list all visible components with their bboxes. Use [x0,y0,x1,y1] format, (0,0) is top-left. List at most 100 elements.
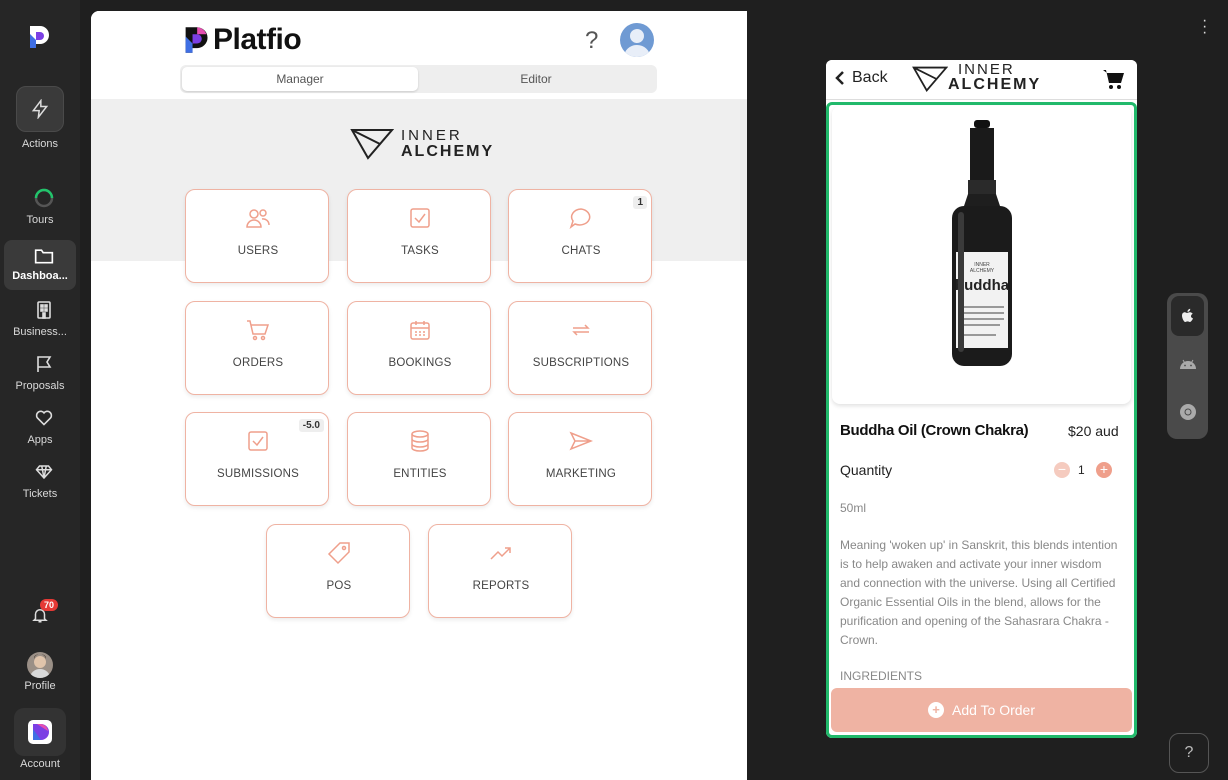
folder-icon [34,249,54,264]
product-image: INNER ALCHEMY buddha [832,106,1131,404]
left-sidebar: Actions Tours Dashboa... Business... Pro… [0,0,80,780]
user-avatar[interactable] [620,23,654,57]
tile-tasks[interactable]: TASKS [347,189,491,283]
ingredients-heading: INGREDIENTS [840,669,923,683]
database-icon [411,430,429,452]
quantity-label: Quantity [840,462,893,478]
back-button[interactable]: Back [834,69,888,87]
platform-android-button[interactable] [1171,344,1204,384]
quantity-increase-button[interactable]: + [1096,462,1112,478]
chats-badge: 1 [633,196,647,209]
chrome-icon [1179,404,1196,420]
phone-logo-line2: ALCHEMY [948,76,1042,93]
platfio-logo-icon [185,27,208,53]
tile-users[interactable]: USERS [185,189,329,283]
tile-label: BOOKINGS [388,357,452,369]
tab-editor[interactable]: Editor [418,67,654,91]
tile-label: SUBMISSIONS [216,468,300,480]
add-to-order-button[interactable]: + Add To Order [831,688,1132,732]
calendar-icon [410,321,430,340]
product-title: Buddha Oil (Crown Chakra) [840,422,1029,439]
plus-circle-icon: + [927,702,944,718]
tile-subscriptions[interactable]: SUBSCRIPTIONS [508,301,652,395]
sidebar-item-label: Tickets [22,488,58,500]
tile-label: REPORTS [472,580,530,592]
top-header: Platfio ? Manager Editor [91,11,747,99]
floating-help-button[interactable]: ? [1169,733,1209,773]
tile-orders[interactable]: ORDERS [185,301,329,395]
tile-label: SUBSCRIPTIONS [532,357,630,369]
phone-logo-line1: INNER [958,61,1015,78]
actions-label: Actions [21,138,59,150]
quantity-value: 1 [1078,463,1085,477]
phone-preview: Back INNER ALCHEMY INNER ALCHEMY buddha [826,60,1137,738]
business-logo-text: INNER ALCHEMY [401,128,494,160]
brand-logo[interactable]: Platfio [183,23,302,57]
sidebar-item-label: Business... [13,326,67,338]
tile-entities[interactable]: ENTITIES [347,412,491,506]
chat-bubble-icon [569,208,591,229]
profile-avatar[interactable] [27,652,53,678]
android-icon [1179,359,1196,369]
account-button[interactable] [14,708,66,756]
sidebar-item-label: Apps [27,434,53,446]
chevron-left-icon [835,71,844,85]
back-label: Back [852,69,888,86]
platform-ios-button[interactable] [1171,296,1204,336]
mode-tabs: Manager Editor [180,65,657,93]
tile-label: ORDERS [232,357,284,369]
lightning-icon [31,99,49,119]
tile-label: TASKS [401,245,439,257]
sidebar-item-dashboard[interactable]: Dashboa... [4,240,76,290]
phone-logo-text: INNER ALCHEMY [948,61,1042,93]
send-icon [569,431,593,451]
more-options-icon[interactable]: · · · [1202,13,1207,41]
apple-icon [1181,308,1193,322]
flag-icon [37,356,52,372]
checkbox-icon [248,431,268,451]
sidebar-item-label: Proposals [15,380,65,392]
dropper-bottle-image: INNER ALCHEMY buddha [952,120,1012,366]
dashboard-panel: Platfio ? Manager Editor INNER ALCHEMY U… [91,11,747,780]
tile-pos[interactable]: POS [266,524,410,618]
cart-icon[interactable] [1102,68,1126,90]
tile-submissions[interactable]: SUBMISSIONS -5.0 [185,412,329,506]
sidebar-item-business[interactable]: Business... [4,296,76,346]
sidebar-item-tickets[interactable]: Tickets [4,458,76,508]
product-size: 50ml [840,501,867,515]
bottle-brand-line2: ALCHEMY [970,268,995,274]
business-logo-line1: INNER [401,127,463,144]
sidebar-item-apps[interactable]: Apps [4,404,76,454]
tile-label: USERS [237,245,279,257]
tile-bookings[interactable]: BOOKINGS [347,301,491,395]
repeat-icon [572,324,590,336]
progress-ring-icon [34,188,54,208]
tile-chats[interactable]: CHATS 1 [508,189,652,283]
sidebar-item-label: Dashboa... [12,270,68,282]
product-description: Meaning 'woken up' in Sanskrit, this ble… [840,538,1118,647]
sidebar-item-label: Tours [26,214,54,226]
checkbox-icon [410,208,430,228]
tile-marketing[interactable]: MARKETING [508,412,652,506]
account-label: Account [20,758,60,770]
phone-header: Back INNER ALCHEMY [826,60,1137,100]
quantity-decrease-button[interactable]: − [1054,462,1070,478]
actions-button[interactable] [16,86,64,132]
cart-icon [247,320,270,341]
sidebar-item-proposals[interactable]: Proposals [4,350,76,400]
platform-web-button[interactable] [1171,392,1204,432]
tile-label: MARKETING [545,468,617,480]
inner-alchemy-logo-icon [350,129,394,160]
inner-alchemy-logo-icon [912,66,948,93]
tag-icon [327,542,350,565]
help-button[interactable]: ? [585,27,598,55]
tile-reports[interactable]: REPORTS [428,524,572,618]
tile-label: POS [326,580,352,592]
product-price: $20 aud [1068,423,1119,439]
profile-label: Profile [24,680,56,692]
tile-label: ENTITIES [393,468,447,480]
platfio-logo-icon[interactable] [28,24,50,50]
sidebar-item-tours[interactable]: Tours [4,184,76,234]
tab-manager[interactable]: Manager [182,67,418,91]
users-icon [246,209,270,228]
